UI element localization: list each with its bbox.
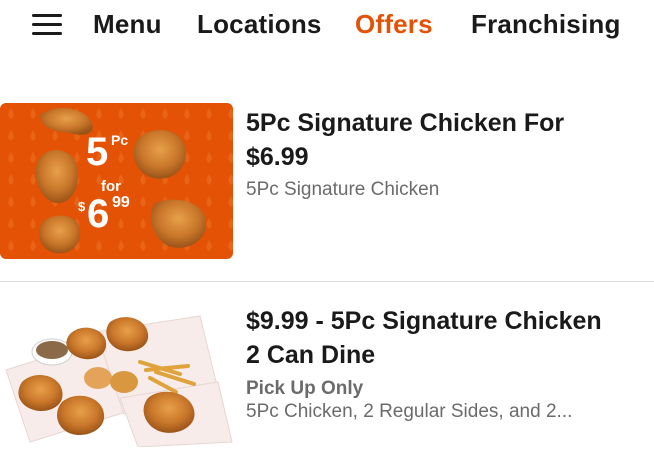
pickup-only-badge: Pick Up Only: [246, 378, 364, 399]
offer-description: 5Pc Chicken, 2 Regular Sides, and 2...: [246, 401, 573, 422]
offer-image: 5 Pc for $ 6 99: [0, 103, 233, 259]
offer-title-line: 5Pc Signature Chicken For: [246, 109, 565, 137]
hamburger-line: [32, 14, 62, 17]
offer-title-line: 2 Can Dine: [246, 341, 376, 369]
promo-dollar-text: $: [78, 199, 86, 214]
promo-unit-text: Pc: [111, 132, 128, 148]
chicken-piece: [57, 395, 105, 436]
chicken-offer-graphic: 5 Pc for $ 6 99: [0, 103, 233, 259]
offer-card[interactable]: $9.99 - 5Pc Signature Chicken 2 Can Dine…: [0, 282, 654, 464]
hamburger-menu-icon[interactable]: [32, 14, 62, 36]
chicken-piece: [133, 130, 186, 179]
nav-link-offers[interactable]: Offers: [355, 9, 433, 40]
nav-link-menu[interactable]: Menu: [93, 9, 162, 40]
promo-price-whole: 6: [87, 192, 109, 236]
offer-title-line: $6.99: [246, 143, 309, 171]
chicken-meal-graphic: [0, 302, 233, 447]
hamburger-line: [32, 23, 62, 26]
offer-title[interactable]: 5Pc Signature Chicken For $6.99: [246, 106, 646, 174]
biscuit: [84, 367, 112, 389]
top-navigation: Menu Locations Offers Franchising: [0, 0, 654, 58]
nav-link-franchising[interactable]: Franchising: [471, 9, 621, 40]
biscuit: [110, 371, 138, 393]
promo-price-cents: 99: [112, 194, 130, 211]
nav-link-locations[interactable]: Locations: [197, 9, 322, 40]
side-food: [36, 341, 68, 359]
offer-card[interactable]: 5 Pc for $ 6 99 5Pc Signature Chicken Fo…: [0, 103, 654, 281]
offer-title-line: $9.99 - 5Pc Signature Chicken: [246, 307, 602, 335]
chicken-piece: [39, 215, 81, 254]
promo-count-text: 5: [86, 130, 108, 174]
offer-title[interactable]: $9.99 - 5Pc Signature Chicken 2 Can Dine: [246, 304, 646, 372]
offer-image: [0, 302, 233, 447]
hamburger-line: [32, 32, 62, 35]
offer-description: 5Pc Signature Chicken: [246, 179, 440, 200]
